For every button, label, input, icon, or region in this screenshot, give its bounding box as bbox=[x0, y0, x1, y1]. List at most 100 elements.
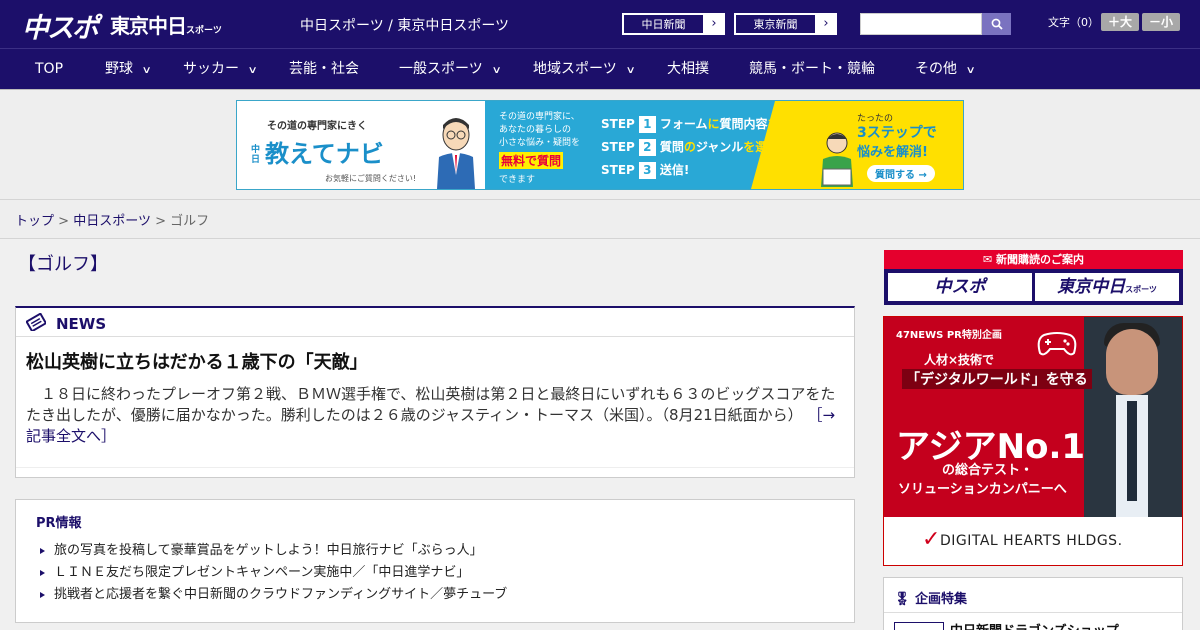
step-number: 1 bbox=[638, 116, 656, 133]
banner-mid-line: あなたの暮らしの bbox=[499, 125, 572, 135]
nav-label: TOP bbox=[35, 61, 64, 77]
nav-item-entertainment[interactable]: 芸能・社会 bbox=[289, 49, 359, 89]
subscription-header: ✉ 新聞購読のご案内 bbox=[884, 250, 1183, 269]
breadcrumb-separator: > bbox=[58, 214, 70, 229]
feature-header-text: 企画特集 bbox=[915, 592, 968, 607]
chunichi-shimbun-button[interactable]: 中日新聞 › bbox=[622, 13, 725, 35]
step-word: STEP bbox=[601, 163, 635, 177]
step-text: 送信! bbox=[659, 163, 690, 177]
subscribe-tokyo-button[interactable]: 東京中日スポーツ bbox=[1035, 273, 1179, 301]
tokyo-logo-small: スポーツ bbox=[186, 26, 222, 36]
ribbon-icon: 🎖︎ bbox=[894, 592, 911, 607]
ad-line: 人材×技術で bbox=[924, 353, 995, 367]
tokyo-chunichi-logo[interactable]: 東京中日スポーツ bbox=[110, 10, 222, 39]
nav-item-other[interactable]: その他 ∨ bbox=[915, 49, 976, 91]
banner-divider bbox=[0, 199, 1200, 200]
banner-note: お気軽にご質問ください! bbox=[325, 174, 417, 183]
site-header: 中スポ 東京中日スポーツ 中日スポーツ / 東京中日スポーツ 中日新聞 › 東京… bbox=[0, 0, 1200, 48]
search-input[interactable] bbox=[860, 13, 982, 35]
search-button[interactable] bbox=[982, 13, 1011, 35]
breadcrumb: トップ > 中日スポーツ > ゴルフ bbox=[15, 210, 209, 229]
nav-item-sumo[interactable]: 大相撲 bbox=[667, 49, 709, 89]
tokyo-logo-text: 東京中日 bbox=[110, 14, 187, 38]
breadcrumb-section-link[interactable]: 中日スポーツ bbox=[73, 214, 151, 229]
step-text: 質問 bbox=[659, 140, 684, 154]
ad-label: 47NEWS PR特別企画 bbox=[896, 330, 1002, 341]
banner-diagonal bbox=[751, 101, 775, 189]
pr-link[interactable]: 旅の写真を投稿して豪華賞品をゲットしよう！中日旅行ナビ「ぶらっ人」 bbox=[40, 540, 507, 562]
ad-line: の総合テスト・ bbox=[942, 463, 1034, 478]
tokyo-shimbun-button[interactable]: 東京新聞 › bbox=[734, 13, 837, 35]
feature-thumbnail[interactable] bbox=[894, 622, 944, 630]
page-title: 【ゴルフ】 bbox=[18, 254, 108, 275]
pr-link[interactable]: 挑戦者と応援者を繋ぐ中日新聞のクラウドファンディングサイト／夢チューブ bbox=[40, 584, 507, 606]
banner-mid-line: 小さな悩み・疑問を bbox=[499, 138, 581, 148]
digital-hearts-ad[interactable]: 47NEWS PR特別企画 人材×技術で 「デジタルワールド」を守る アジアNo… bbox=[883, 316, 1183, 566]
ad-brand: DIGITAL HEARTS HLDGS. bbox=[940, 533, 1123, 549]
step-word: STEP bbox=[601, 140, 635, 154]
step-text: に bbox=[707, 117, 720, 131]
nav-item-soccer[interactable]: サッカー ∨ bbox=[183, 49, 258, 91]
subscribe-chuspo-button[interactable]: 中スポ bbox=[888, 273, 1032, 301]
banner-right-headline: 3ステップで bbox=[857, 125, 937, 141]
ad-person-face bbox=[1106, 329, 1158, 395]
nav-item-baseball[interactable]: 野球 ∨ bbox=[105, 49, 152, 91]
nav-item-racing[interactable]: 競馬・ボート・競輪 bbox=[749, 49, 875, 89]
subscribe-tokyo-small: スポーツ bbox=[1125, 285, 1157, 294]
main-nav: TOP 野球 ∨ サッカー ∨ 芸能・社会 一般スポーツ ∨ 地域スポーツ ∨ 大相撲 … bbox=[0, 48, 1200, 89]
pr-title: PR情報 bbox=[36, 516, 82, 531]
nav-label: 一般スポーツ bbox=[399, 61, 483, 77]
game-controller-icon bbox=[1037, 332, 1077, 356]
feature-box: 🎖︎ 企画特集 中日新聞ドラゴンズショップ bbox=[883, 577, 1183, 630]
news-headline-link[interactable]: 松山英樹に立ちはだかる１歳下の「天敵」 bbox=[26, 348, 368, 374]
font-larger-button[interactable]: ＋大 bbox=[1101, 13, 1139, 31]
banner-right-headline: 悩みを解消! bbox=[857, 145, 928, 160]
advisor-illustration-icon bbox=[437, 118, 475, 189]
nav-label: 競馬・ボート・競輪 bbox=[749, 61, 875, 77]
nav-item-top[interactable]: TOP bbox=[35, 49, 63, 89]
chevron-right-icon: › bbox=[823, 16, 829, 31]
banner-logo-text: 教えてナビ bbox=[265, 140, 384, 168]
news-footer-divider bbox=[16, 467, 854, 468]
news-box: NEWS 松山英樹に立ちはだかる１歳下の「天敵」 １８日に終わったプレーオフ第２… bbox=[15, 306, 855, 478]
font-size-label: 文字（0） bbox=[1048, 16, 1099, 29]
newspaper-icon bbox=[26, 313, 46, 331]
banner-logo: 中日 教えてナビ bbox=[251, 134, 384, 169]
banner-free-badge: 無料で質問 bbox=[499, 152, 564, 169]
pr-link[interactable]: ＬＩＮＥ友だち限定プレゼントキャンペーン実施中／「中日進学ナビ」 bbox=[40, 562, 507, 584]
nav-item-regional-sports[interactable]: 地域スポーツ ∨ bbox=[533, 49, 636, 91]
nav-label: サッカー bbox=[183, 61, 239, 77]
pr-list: 旅の写真を投稿して豪華賞品をゲットしよう！中日旅行ナビ「ぶらっ人」 ＬＩＮＥ友だ… bbox=[40, 540, 507, 606]
news-header: NEWS bbox=[16, 308, 854, 337]
breadcrumb-separator: > bbox=[155, 214, 166, 229]
search-icon bbox=[991, 18, 1003, 30]
chevron-down-icon: ∨ bbox=[247, 65, 258, 76]
banner-mid-text: その道の専門家に、 あなたの暮らしの 小さな悩み・疑問を bbox=[499, 111, 580, 150]
ad-line: ソリューションカンパニーへ bbox=[898, 482, 1067, 497]
breadcrumb-top-link[interactable]: トップ bbox=[15, 214, 54, 229]
banner-left-panel: その道の専門家にきく 中日 教えてナビ お気軽にご質問ください! bbox=[237, 101, 485, 189]
banner-right-panel: たったの 3ステップで 悩みを解消! 質問する → bbox=[751, 101, 963, 189]
subscription-header-text: 新聞購読のご案内 bbox=[996, 253, 1085, 266]
site-button-label: 東京新聞 bbox=[735, 14, 816, 34]
breadcrumb-current: ゴルフ bbox=[170, 214, 210, 229]
banner-ask-button[interactable]: 質問する → bbox=[867, 165, 935, 182]
chuspo-logo[interactable]: 中スポ bbox=[22, 6, 99, 45]
step-text: フォーム bbox=[659, 117, 708, 131]
banner-step-3: STEP 3 送信! bbox=[601, 161, 689, 179]
nav-label: その他 bbox=[915, 61, 957, 77]
banner-mid-line: その道の専門家に、 bbox=[499, 112, 580, 122]
news-summary: １８日に終わったプレーオフ第２戦、ＢＭＷ選手権で、松山英樹は第２日と最終日にいず… bbox=[26, 384, 846, 447]
oshiete-navi-banner[interactable]: その道の専門家にきく 中日 教えてナビ お気軽にご質問ください! その道の専門家に… bbox=[236, 100, 964, 190]
chevron-down-icon: ∨ bbox=[491, 65, 502, 76]
feature-divider bbox=[884, 612, 1182, 613]
font-smaller-button[interactable]: －小 bbox=[1142, 13, 1180, 31]
nav-label: 野球 bbox=[105, 61, 133, 77]
banner-middle-panel: その道の専門家に、 あなたの暮らしの 小さな悩み・疑問を 無料で質問 できます … bbox=[485, 101, 804, 189]
step-number: 2 bbox=[638, 139, 656, 156]
subscription-box: ✉ 新聞購読のご案内 中スポ 東京中日スポーツ bbox=[884, 250, 1183, 305]
feature-link[interactable]: 中日新聞ドラゴンズショップ bbox=[950, 620, 1119, 630]
feature-header: 🎖︎ 企画特集 bbox=[894, 588, 967, 607]
ad-line: 「デジタルワールド」を守る bbox=[902, 369, 1092, 389]
nav-item-general-sports[interactable]: 一般スポーツ ∨ bbox=[399, 49, 502, 91]
